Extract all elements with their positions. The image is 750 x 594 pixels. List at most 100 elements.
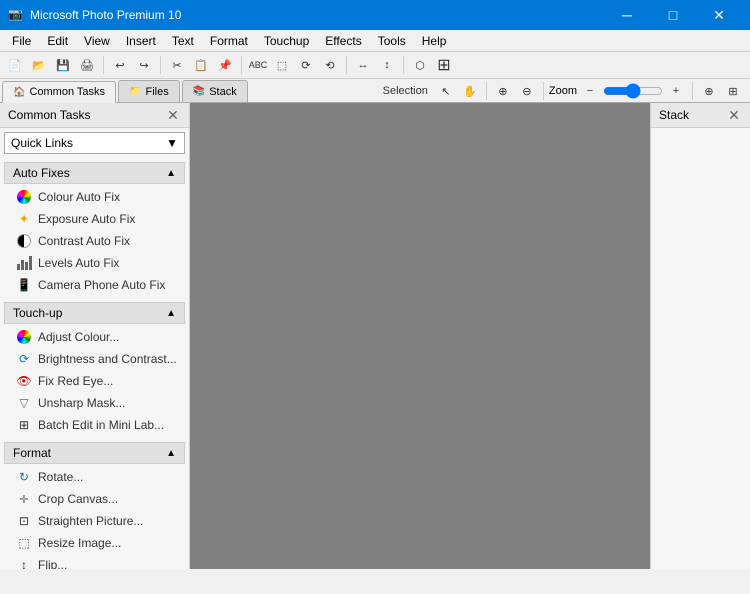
toolbar-btn-d[interactable]: ⟲	[319, 54, 341, 76]
menu-view[interactable]: View	[76, 30, 118, 52]
toolbar-paste[interactable]: 📌	[214, 54, 236, 76]
batch-edit-label: Batch Edit in Mini Lab...	[38, 418, 164, 432]
toolbar-btn-e[interactable]: ↔	[352, 54, 374, 76]
window-controls: ─ □ ✕	[604, 0, 742, 30]
stack-tab-icon: 📚	[193, 86, 205, 97]
menu-bar: File Edit View Insert Text Format Touchu…	[0, 30, 750, 52]
stack-panel-header: Stack ✕	[651, 103, 750, 128]
tab-common-tasks[interactable]: 🏠 Common Tasks	[2, 81, 116, 103]
rotate-icon: ↻	[16, 469, 32, 485]
item-fix-red-eye[interactable]: 👁 Fix Red Eye...	[4, 370, 185, 392]
title-bar: 📷 Microsoft Photo Premium 10 ─ □ ✕	[0, 0, 750, 30]
main-area: Common Tasks ✕ Quick Links ▼ Auto Fixes …	[0, 103, 750, 569]
item-levels-auto-fix[interactable]: Levels Auto Fix	[4, 252, 185, 274]
toolbar-btn-a[interactable]: ABC	[247, 54, 269, 76]
toolbar-save[interactable]: 💾	[52, 54, 74, 76]
zoom-out-btn[interactable]: ⊖	[516, 80, 538, 102]
item-rotate[interactable]: ↻ Rotate...	[4, 466, 185, 488]
item-flip[interactable]: ↕ Flip...	[4, 554, 185, 569]
item-unsharp-mask[interactable]: ▽ Unsharp Mask...	[4, 392, 185, 414]
item-adjust-colour[interactable]: Adjust Colour...	[4, 326, 185, 348]
section-auto-fixes[interactable]: Auto Fixes ▲	[4, 162, 185, 184]
menu-text[interactable]: Text	[164, 30, 202, 52]
toolbar-new[interactable]: 📄	[4, 54, 26, 76]
tab-stack[interactable]: 📚 Stack	[182, 80, 248, 102]
item-batch-edit[interactable]: ⊞ Batch Edit in Mini Lab...	[4, 414, 185, 436]
close-button[interactable]: ✕	[696, 0, 742, 30]
zoom-in-btn[interactable]: ⊕	[492, 80, 514, 102]
exposure-auto-fix-label: Exposure Auto Fix	[38, 212, 135, 226]
toolbar-redo[interactable]: ↪	[133, 54, 155, 76]
move-tool[interactable]: ⊕	[698, 80, 720, 102]
item-colour-auto-fix[interactable]: Colour Auto Fix	[4, 186, 185, 208]
zoom-plus[interactable]: +	[665, 80, 687, 102]
menu-file[interactable]: File	[4, 30, 39, 52]
extra-tool[interactable]: ⊞	[722, 80, 744, 102]
section-touchup[interactable]: Touch-up ▲	[4, 302, 185, 324]
hand-tool[interactable]: ✋	[459, 80, 481, 102]
panel-header: Common Tasks ✕	[0, 103, 189, 128]
toolbar-btn-f[interactable]: ↕	[376, 54, 398, 76]
menu-edit[interactable]: Edit	[39, 30, 76, 52]
quick-links-arrow: ▼	[166, 136, 178, 150]
maximize-button[interactable]: □	[650, 0, 696, 30]
stack-close-btn[interactable]: ✕	[726, 107, 742, 123]
flip-icon: ↕	[16, 557, 32, 569]
toolbar-print[interactable]: 🖨	[76, 54, 98, 76]
toolbar-nav-right[interactable]: ⊞	[433, 54, 455, 76]
toolbar-open[interactable]: 📂	[28, 54, 50, 76]
tab-files[interactable]: 📁 Files	[118, 80, 180, 102]
menu-help[interactable]: Help	[414, 30, 455, 52]
toolbar-btn-g[interactable]: ⬡	[409, 54, 431, 76]
item-straighten[interactable]: ⊡ Straighten Picture...	[4, 510, 185, 532]
files-tab-icon: 📁	[129, 86, 141, 97]
quick-links-dropdown[interactable]: Quick Links ▼	[4, 132, 185, 154]
arrow-tool[interactable]: ↖	[435, 80, 457, 102]
batch-edit-icon: ⊞	[16, 417, 32, 433]
menu-touchup[interactable]: Touchup	[256, 30, 317, 52]
straighten-label: Straighten Picture...	[38, 514, 143, 528]
stack-title: Stack	[659, 108, 689, 122]
item-crop-canvas[interactable]: ✛ Crop Canvas...	[4, 488, 185, 510]
menu-insert[interactable]: Insert	[118, 30, 164, 52]
separator-5	[403, 56, 404, 74]
item-resize[interactable]: ⬚ Resize Image...	[4, 532, 185, 554]
minimize-button[interactable]: ─	[604, 0, 650, 30]
unsharp-mask-label: Unsharp Mask...	[38, 396, 125, 410]
colour-auto-fix-label: Colour Auto Fix	[38, 190, 120, 204]
camera-fix-icon: 📱	[16, 277, 32, 293]
section-auto-fixes-arrow: ▲	[166, 168, 176, 179]
zoom-minus[interactable]: −	[579, 80, 601, 102]
separator-3	[241, 56, 242, 74]
exposure-fix-icon: ✦	[16, 211, 32, 227]
contrast-auto-fix-label: Contrast Auto Fix	[38, 234, 130, 248]
panel-title: Common Tasks	[8, 108, 90, 122]
red-eye-icon: 👁	[16, 373, 32, 389]
levels-auto-fix-label: Levels Auto Fix	[38, 256, 119, 270]
selection-tool[interactable]: Selection	[378, 80, 433, 102]
fix-red-eye-label: Fix Red Eye...	[38, 374, 113, 388]
menu-format[interactable]: Format	[202, 30, 256, 52]
toolbar-btn-c[interactable]: ⟳	[295, 54, 317, 76]
section-auto-fixes-label: Auto Fixes	[13, 166, 70, 180]
menu-effects[interactable]: Effects	[317, 30, 369, 52]
toolbar-cut[interactable]: ✂	[166, 54, 188, 76]
item-exposure-auto-fix[interactable]: ✦ Exposure Auto Fix	[4, 208, 185, 230]
tab-files-label: Files	[146, 86, 169, 98]
menu-tools[interactable]: Tools	[370, 30, 414, 52]
app-icon: 📷	[8, 7, 24, 23]
toolbar-undo[interactable]: ↩	[109, 54, 131, 76]
panel-close-btn[interactable]: ✕	[165, 107, 181, 123]
item-contrast-auto-fix[interactable]: Contrast Auto Fix	[4, 230, 185, 252]
item-camera-phone-auto-fix[interactable]: 📱 Camera Phone Auto Fix	[4, 274, 185, 296]
toolbar-btn-b[interactable]: ⬚	[271, 54, 293, 76]
item-brightness-contrast[interactable]: ⟳ Brightness and Contrast...	[4, 348, 185, 370]
toolbar-copy[interactable]: 📋	[190, 54, 212, 76]
separator-4	[346, 56, 347, 74]
zoom-label: Zoom	[549, 85, 577, 97]
section-format[interactable]: Format ▲	[4, 442, 185, 464]
section-format-arrow: ▲	[166, 448, 176, 459]
contrast-fix-icon	[16, 233, 32, 249]
panel-content: Quick Links ▼ Auto Fixes ▲ Colour Auto F…	[0, 128, 189, 569]
zoom-slider[interactable]	[603, 84, 663, 98]
